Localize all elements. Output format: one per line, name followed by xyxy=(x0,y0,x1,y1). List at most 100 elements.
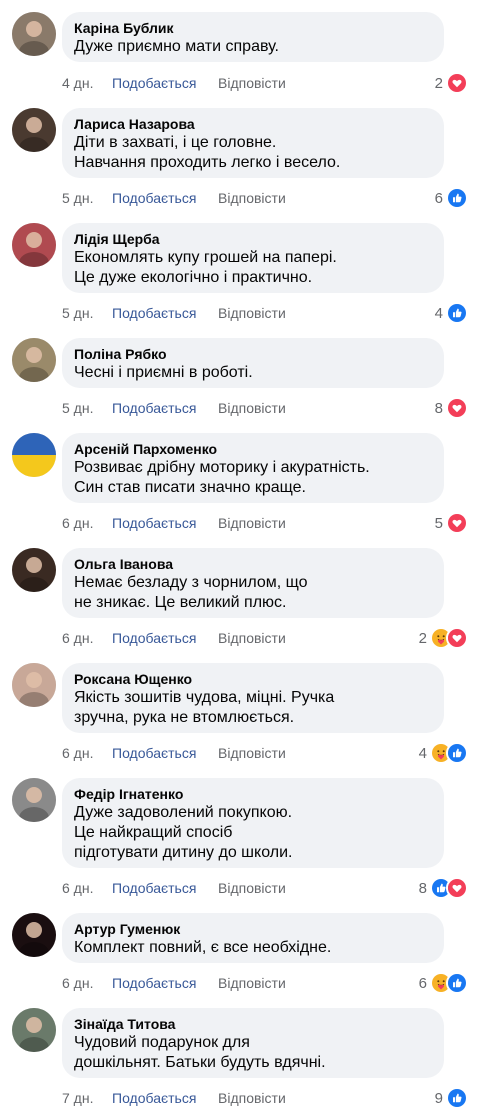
reaction-summary[interactable]: 9 xyxy=(435,1087,468,1109)
reaction-count: 9 xyxy=(434,1089,443,1107)
comment-author[interactable]: Роксана Ющенко xyxy=(74,671,432,688)
reaction-summary[interactable]: 2 xyxy=(435,72,468,94)
avatar[interactable] xyxy=(12,12,56,56)
like-icon xyxy=(446,187,468,209)
avatar[interactable] xyxy=(12,548,56,592)
reply-button[interactable]: Відповісти xyxy=(218,400,286,416)
like-icon xyxy=(446,742,468,764)
comment-meta: 6 дн. Подобається Відповісти xyxy=(62,743,286,763)
like-icon xyxy=(446,1087,468,1109)
comment-author[interactable]: Зінаїда Титова xyxy=(74,1016,432,1033)
reaction-count: 2 xyxy=(418,629,427,647)
comment-author[interactable]: Каріна Бублик xyxy=(74,20,432,37)
comment-author[interactable]: Ольга Іванова xyxy=(74,556,432,573)
comment-time[interactable]: 5 дн. xyxy=(62,188,112,208)
like-button[interactable]: Подобається xyxy=(112,1088,218,1108)
comment-text: Дуже приємно мати справу. xyxy=(74,38,279,55)
comment-text: Економлять купу грошей на папері. Це дуж… xyxy=(74,249,337,286)
reaction-summary[interactable]: 8 xyxy=(419,877,468,899)
avatar[interactable] xyxy=(12,663,56,707)
heart-icon xyxy=(446,627,468,649)
like-button[interactable]: Подобається xyxy=(112,513,218,533)
comment-time[interactable]: 6 дн. xyxy=(62,513,112,533)
avatar[interactable] xyxy=(12,1008,56,1052)
like-button[interactable]: Подобається xyxy=(112,303,218,323)
comment-text: Чудовий подарунок для дошкільнят. Батьки… xyxy=(74,1034,326,1071)
like-icon xyxy=(446,302,468,324)
comment-bubble: Роксана Ющенко Якість зошитів чудова, міц… xyxy=(62,663,444,733)
like-button[interactable]: Подобається xyxy=(112,398,218,418)
comment-meta: 5 дн. Подобається Відповісти xyxy=(62,188,286,208)
reply-button[interactable]: Відповісти xyxy=(218,745,286,761)
comment-bubble: Федір Ігнатенко Дуже задоволений покупкою… xyxy=(62,778,444,868)
comment-bubble: Артур Гуменюк Комплект повний, є все необ… xyxy=(62,913,444,963)
comment-author[interactable]: Артур Гуменюк xyxy=(74,921,432,938)
reaction-count: 6 xyxy=(418,974,427,992)
reply-button[interactable]: Відповісти xyxy=(218,305,286,321)
comment-text: Чесні і приємні в роботі. xyxy=(74,364,253,381)
reaction-summary[interactable]: 5 xyxy=(435,512,468,534)
like-button[interactable]: Подобається xyxy=(112,188,218,208)
avatar[interactable] xyxy=(12,433,56,477)
like-button[interactable]: Подобається xyxy=(112,973,218,993)
comment-meta: 6 дн. Подобається Відповісти xyxy=(62,973,286,993)
reply-button[interactable]: Відповісти xyxy=(218,880,286,896)
reaction-count: 5 xyxy=(434,514,443,532)
reply-button[interactable]: Відповісти xyxy=(218,975,286,991)
comment-text: Якість зошитів чудова, міцні. Ручка зруч… xyxy=(74,689,335,726)
comment-author[interactable]: Арсеній Пархоменко xyxy=(74,441,432,458)
comment-meta: 6 дн. Подобається Відповісти xyxy=(62,628,286,648)
comment-meta: 6 дн. Подобається Відповісти xyxy=(62,878,286,898)
comment-time[interactable]: 4 дн. xyxy=(62,73,112,93)
like-button[interactable]: Подобається xyxy=(112,743,218,763)
avatar[interactable] xyxy=(12,778,56,822)
like-button[interactable]: Подобається xyxy=(112,628,218,648)
comment-bubble: Лариса Назарова Діти в захваті, і це голо… xyxy=(62,108,444,178)
avatar[interactable] xyxy=(12,223,56,267)
comment-meta: 5 дн. Подобається Відповісти xyxy=(62,398,286,418)
reaction-summary[interactable]: 4 xyxy=(435,302,468,324)
comment-bubble: Поліна Рябко Чесні і приємні в роботі. xyxy=(62,338,444,388)
comment-time[interactable]: 6 дн. xyxy=(62,973,112,993)
reaction-count: 8 xyxy=(418,879,427,897)
reply-button[interactable]: Відповісти xyxy=(218,75,286,91)
comment-text: Комплект повний, є все необхідне. xyxy=(74,939,332,956)
reply-button[interactable]: Відповісти xyxy=(218,1090,286,1106)
comment-time[interactable]: 7 дн. xyxy=(62,1088,112,1108)
comment-bubble: Ольга Іванова Немає безладу з чорнилом, щ… xyxy=(62,548,444,618)
reaction-count: 2 xyxy=(434,74,443,92)
comment-author[interactable]: Лідія Щерба xyxy=(74,231,432,248)
comment-time[interactable]: 6 дн. xyxy=(62,878,112,898)
like-button[interactable]: Подобається xyxy=(112,73,218,93)
comment-time[interactable]: 5 дн. xyxy=(62,303,112,323)
comment-meta: 4 дн. Подобається Відповісти xyxy=(62,73,286,93)
reply-button[interactable]: Відповісти xyxy=(218,190,286,206)
reaction-count: 4 xyxy=(418,744,427,762)
heart-icon xyxy=(446,512,468,534)
comment-text: Немає безладу з чорнилом, що не зникає. … xyxy=(74,574,308,611)
reply-button[interactable]: Відповісти xyxy=(218,630,286,646)
avatar[interactable] xyxy=(12,913,56,957)
comment-meta: 6 дн. Подобається Відповісти xyxy=(62,513,286,533)
reaction-summary[interactable]: 6 xyxy=(435,187,468,209)
comment-time[interactable]: 6 дн. xyxy=(62,628,112,648)
reaction-summary[interactable]: 4 xyxy=(419,742,468,764)
comment-author[interactable]: Федір Ігнатенко xyxy=(74,786,432,803)
comment-bubble: Арсеній Пархоменко Розвиває дрібну мотори… xyxy=(62,433,444,503)
comment-meta: 7 дн. Подобається Відповісти xyxy=(62,1088,286,1108)
reaction-summary[interactable]: 6 xyxy=(419,972,468,994)
comment-text: Діти в захваті, і це головне. Навчання п… xyxy=(74,134,341,171)
reaction-summary[interactable]: 2 xyxy=(419,627,468,649)
heart-icon xyxy=(446,72,468,94)
like-button[interactable]: Подобається xyxy=(112,878,218,898)
comment-time[interactable]: 5 дн. xyxy=(62,398,112,418)
reaction-summary[interactable]: 8 xyxy=(435,397,468,419)
comment-text: Дуже задоволений покупкою. Це найкращий … xyxy=(74,804,293,861)
avatar[interactable] xyxy=(12,338,56,382)
comment-time[interactable]: 6 дн. xyxy=(62,743,112,763)
avatar[interactable] xyxy=(12,108,56,152)
comment-author[interactable]: Поліна Рябко xyxy=(74,346,432,363)
comment-author[interactable]: Лариса Назарова xyxy=(74,116,432,133)
reaction-count: 8 xyxy=(434,399,443,417)
reply-button[interactable]: Відповісти xyxy=(218,515,286,531)
